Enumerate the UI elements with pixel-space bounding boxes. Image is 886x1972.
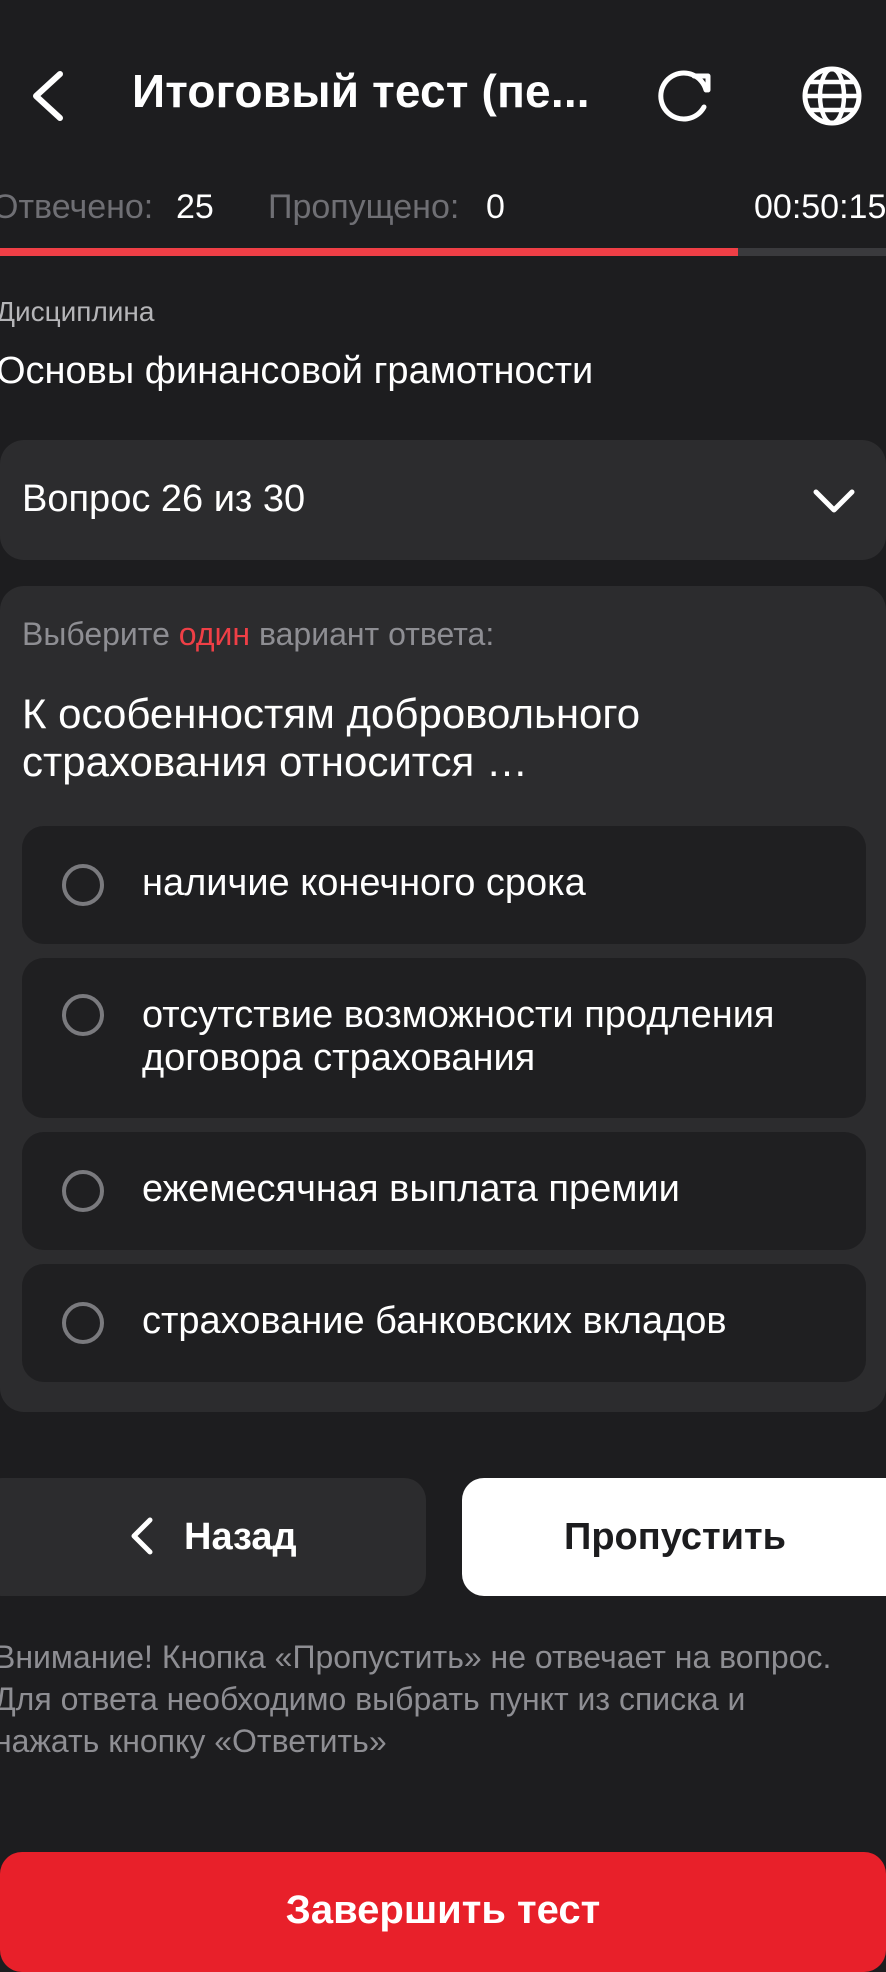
answered-count: 25 [176, 188, 214, 226]
test-stats: Отвечено: 25 Пропущено: 0 00:50:15 [0, 188, 886, 234]
instruction-accent: один [178, 616, 251, 652]
question-selector[interactable]: Вопрос 26 из 30 [0, 440, 886, 560]
answer-option-text: отсутствие возможности продления договор… [142, 994, 775, 1079]
globe-icon[interactable] [800, 64, 864, 128]
skip-button[interactable]: Пропустить [462, 1478, 886, 1596]
back-icon[interactable] [28, 70, 68, 122]
question-text: К особенностям добровольного страхования… [22, 690, 641, 785]
radio-button[interactable] [62, 864, 104, 906]
answer-option[interactable]: страхование банковских вкладов [22, 1264, 866, 1382]
radio-button[interactable] [62, 1170, 104, 1212]
progress-bar-fill [0, 248, 739, 256]
answer-option-text: ежемесячная выплата премии [142, 1168, 680, 1210]
answer-option[interactable]: ежемесячная выплата премии [22, 1132, 866, 1250]
skipped-count: 0 [486, 188, 505, 226]
chevron-left-icon [131, 1517, 153, 1555]
finish-test-button-label: Завершить тест [285, 1888, 601, 1932]
answer-option[interactable]: отсутствие возможности продления договор… [22, 958, 866, 1118]
back-button-label: Назад [184, 1516, 297, 1558]
skip-button-label: Пропустить [564, 1516, 786, 1558]
radio-button[interactable] [62, 1302, 104, 1344]
skip-warning-note: Внимание! Кнопка «Пропустить» не отвечае… [0, 1639, 832, 1759]
discipline-name: Основы финансовой грамотности [0, 350, 594, 392]
finish-test-button[interactable]: Завершить тест [0, 1852, 886, 1972]
question-selector-label: Вопрос 26 из 30 [22, 478, 306, 520]
answered-label: Отвечено: [0, 188, 154, 226]
refresh-icon[interactable] [654, 64, 716, 126]
discipline-label: Дисциплина [0, 296, 155, 327]
answer-instruction: Выберите один вариант ответа: [22, 616, 495, 652]
page-title: Итоговый тест (пе... [132, 65, 590, 117]
answer-option-text: страхование банковских вкладов [142, 1300, 727, 1342]
app-header: Итоговый тест (пе... [0, 0, 886, 190]
progress-bar [0, 248, 886, 256]
question-card: Выберите один вариант ответа: К особенно… [0, 586, 886, 1412]
answer-option[interactable]: наличие конечного срока [22, 826, 866, 944]
back-button[interactable]: Назад [0, 1478, 426, 1596]
radio-button[interactable] [62, 994, 104, 1036]
answer-option-text: наличие конечного срока [142, 862, 586, 904]
timer: 00:50:15 [754, 188, 886, 226]
skipped-label: Пропущено: [268, 188, 460, 226]
chevron-down-icon[interactable] [812, 480, 856, 524]
